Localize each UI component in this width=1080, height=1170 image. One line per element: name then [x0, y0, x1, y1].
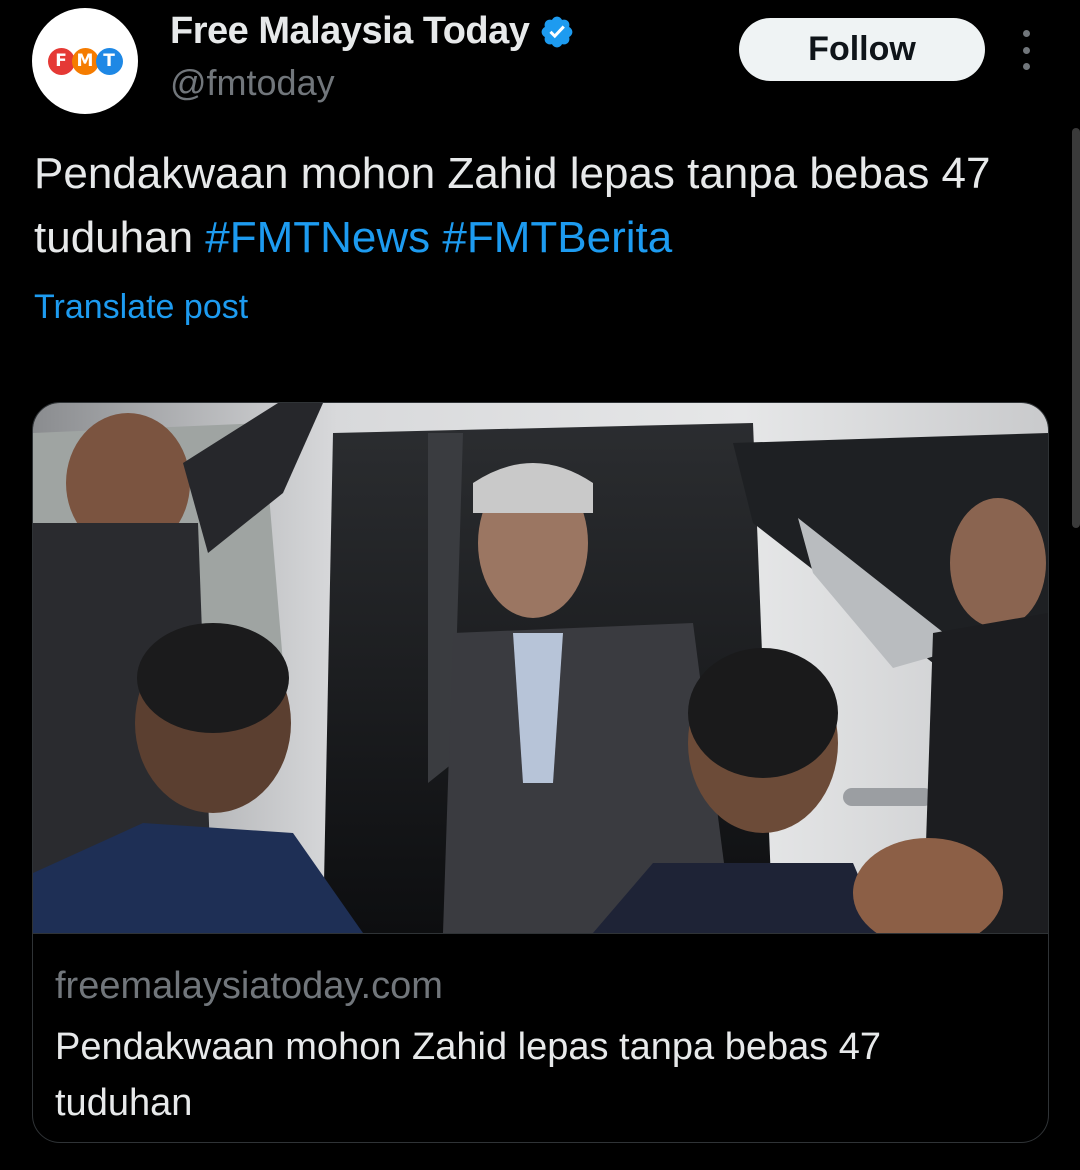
card-domain: freemalaysiatoday.com [55, 965, 443, 1007]
logo-letter-m: M [71, 47, 99, 75]
translate-post-link[interactable]: Translate post [34, 288, 248, 327]
link-card[interactable]: freemalaysiatoday.com Pendakwaan mohon Z… [32, 402, 1049, 1143]
logo-letter-t: T [95, 47, 123, 75]
more-vertical-icon[interactable] [1012, 30, 1040, 70]
display-name-row[interactable]: Free Malaysia Today [170, 10, 575, 53]
fmt-logo: F M T [47, 47, 123, 75]
card-title: Pendakwaan mohon Zahid lepas tanpa bebas… [55, 1026, 882, 1124]
handle[interactable]: @fmtoday [170, 62, 335, 104]
follow-button[interactable]: Follow [739, 18, 985, 81]
scrollbar[interactable] [1072, 128, 1080, 528]
hashtag-fmtberita[interactable]: #FMTBerita [442, 213, 672, 262]
verified-badge-icon[interactable] [539, 14, 575, 50]
post-text: Pendakwaan mohon Zahid lepas tanpa bebas… [34, 142, 1044, 270]
news-photo-image [33, 403, 1048, 933]
avatar[interactable]: F M T [32, 8, 138, 114]
card-image[interactable] [33, 403, 1048, 934]
display-name[interactable]: Free Malaysia Today [170, 10, 530, 53]
post: F M T Free Malaysia Today @fmtoday Follo… [0, 0, 1080, 1170]
hashtag-fmtnews[interactable]: #FMTNews [205, 213, 430, 262]
logo-letter-f: F [47, 47, 75, 75]
